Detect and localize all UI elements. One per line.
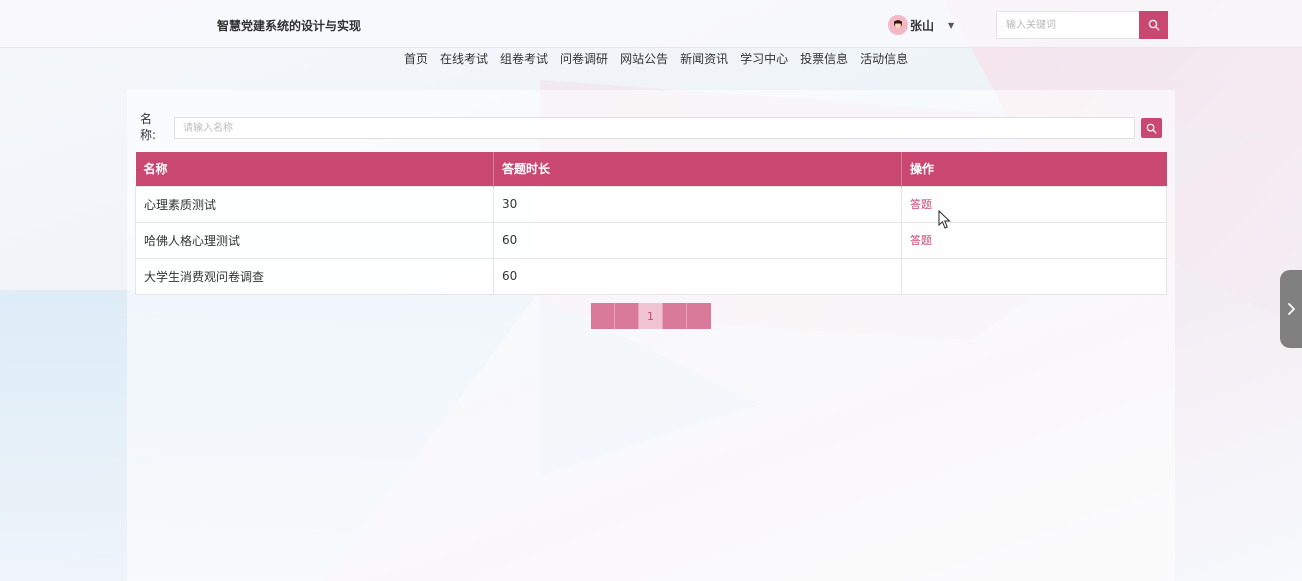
main-nav: 首页 在线考试 组卷考试 问卷调研 网站公告 新闻资讯 学习中心 投票信息 活动… [398,51,914,67]
name-filter-input[interactable] [174,117,1135,139]
nav-item-vote[interactable]: 投票信息 [794,51,854,67]
survey-table: 名称 答题时长 操作 心理素质测试 30 答题 哈佛人格心理测试 60 答题 大… [135,152,1167,295]
table-row: 大学生消费观问卷调查 60 [135,257,1167,295]
side-expand-tab[interactable] [1280,270,1302,348]
username[interactable]: 张山 [910,17,934,34]
search-icon [1148,19,1159,31]
nav-item-learning[interactable]: 学习中心 [734,51,794,67]
nav-item-composed-exam[interactable]: 组卷考试 [494,51,554,67]
column-header-name: 名称 [135,152,494,186]
row-name: 大学生消费观问卷调查 [135,257,494,295]
mouse-cursor-icon [938,210,951,229]
nav-item-news[interactable]: 新闻资讯 [674,51,734,67]
row-duration: 60 [493,221,902,259]
column-header-duration: 答题时长 [493,152,902,186]
site-title: 智慧党建系统的设计与实现 [217,19,362,33]
header-search [996,11,1168,39]
row-name: 心理素质测试 [135,185,494,223]
pager-next-button[interactable] [663,303,687,329]
caret-down-icon[interactable]: ▼ [948,21,954,30]
nav-item-survey[interactable]: 问卷调研 [554,51,614,67]
nav-item-home[interactable]: 首页 [398,51,434,67]
table-header-row: 名称 答题时长 操作 [135,152,1167,186]
user-avatar-icon [894,20,902,29]
row-duration: 30 [493,185,902,223]
pager-first-button[interactable] [591,303,615,329]
table-row: 哈佛人格心理测试 60 答题 [135,221,1167,259]
header-search-button[interactable] [1139,11,1168,39]
column-header-action: 操作 [901,152,1167,186]
row-name: 哈佛人格心理测试 [135,221,494,259]
nav-item-announcement[interactable]: 网站公告 [614,51,674,67]
pager-last-button[interactable] [687,303,711,329]
pager-page-current[interactable]: 1 [639,303,663,329]
table-row: 心理素质测试 30 答题 [135,185,1167,223]
avatar[interactable] [888,15,908,35]
nav-item-online-exam[interactable]: 在线考试 [434,51,494,67]
top-header: 智慧党建系统的设计与实现 张山 ▼ [0,0,1302,48]
search-icon [1146,123,1157,133]
pager-prev-button[interactable] [615,303,639,329]
row-duration: 60 [493,257,902,295]
nav-item-activity[interactable]: 活动信息 [854,51,914,67]
answer-link[interactable]: 答题 [910,198,932,211]
answer-link[interactable]: 答题 [910,234,932,247]
filter-search-button[interactable] [1141,118,1162,138]
name-filter-label: 名称: [140,112,157,142]
user-menu[interactable]: 张山 ▼ [888,14,954,36]
header-search-input[interactable] [996,11,1139,39]
chevron-right-icon [1288,303,1295,315]
pagination: 1 [591,303,711,329]
row-action-cell [901,257,1167,295]
